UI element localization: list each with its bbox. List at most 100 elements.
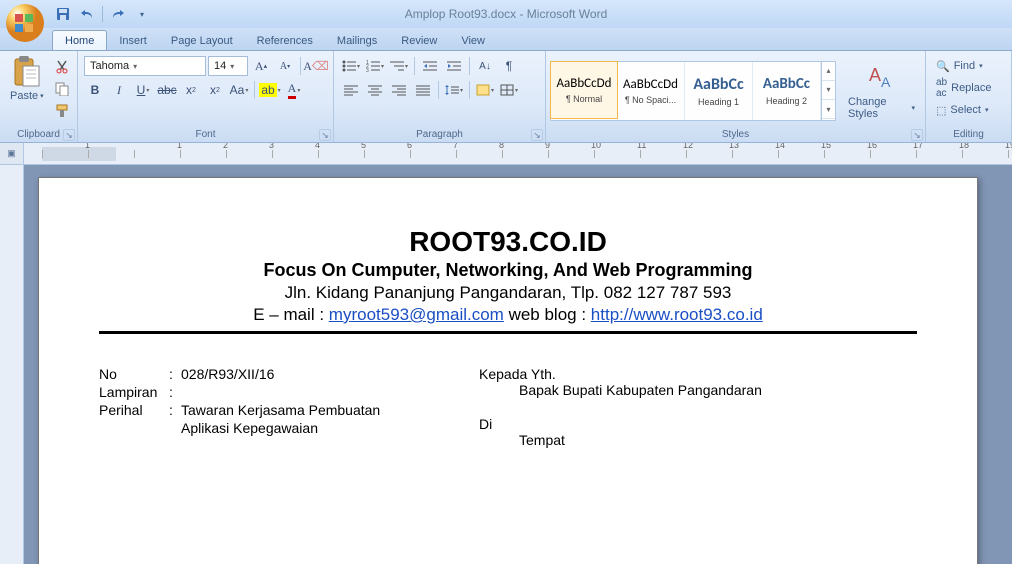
- redo-icon[interactable]: [109, 5, 127, 23]
- bold-button[interactable]: B: [84, 80, 106, 100]
- tab-home[interactable]: Home: [52, 30, 107, 50]
- superscript-button[interactable]: x2: [204, 80, 226, 100]
- find-button[interactable]: 🔍Find▾: [934, 56, 993, 76]
- copy-icon[interactable]: [52, 80, 72, 98]
- ribbon: Paste▾ Clipboard ↘ Tahoma▾ 14▾ A▴ A▾ A⌫: [0, 51, 1012, 143]
- line-spacing-button[interactable]: ▾: [443, 80, 465, 100]
- undo-icon[interactable]: [78, 5, 96, 23]
- font-size-combo[interactable]: 14▾: [208, 56, 248, 76]
- group-styles: AaBbCcDd ¶ Normal AaBbCcDd ¶ No Spaci...…: [546, 51, 926, 142]
- group-label-paragraph: Paragraph: [338, 127, 541, 142]
- paste-label: Paste: [10, 90, 38, 102]
- align-right-button[interactable]: [388, 80, 410, 100]
- perihal-value2: Aplikasi Kepegawaian: [181, 420, 479, 436]
- page-scroll[interactable]: ROOT93.CO.ID Focus On Cumputer, Networki…: [24, 165, 1012, 564]
- email-link[interactable]: myroot593@gmail.com: [329, 305, 504, 324]
- align-center-button[interactable]: [364, 80, 386, 100]
- change-styles-button[interactable]: AA Change Styles▾: [842, 60, 921, 122]
- perihal-label: Perihal: [99, 402, 169, 418]
- select-button[interactable]: ⬚Select▾: [934, 100, 993, 120]
- ruler-corner[interactable]: ▣: [0, 143, 24, 164]
- change-case-button[interactable]: Aa▾: [228, 80, 250, 100]
- show-marks-button[interactable]: ¶: [498, 56, 520, 76]
- doc-subtitle: Focus On Cumputer, Networking, And Web P…: [99, 260, 917, 281]
- tab-view[interactable]: View: [449, 31, 497, 50]
- change-styles-icon: AA: [866, 62, 898, 94]
- style-preview: AaBbCcDd: [623, 77, 678, 92]
- style-name: ¶ Normal: [566, 94, 602, 104]
- format-painter-icon[interactable]: [52, 102, 72, 120]
- tab-references[interactable]: References: [245, 31, 325, 50]
- paragraph-launcher-icon[interactable]: ↘: [531, 129, 543, 141]
- style-heading1[interactable]: AaBbCc Heading 1: [685, 62, 753, 120]
- paste-button[interactable]: Paste▾: [4, 54, 50, 104]
- grow-font-icon[interactable]: A▴: [250, 56, 272, 76]
- replace-label: Replace: [951, 82, 991, 94]
- select-label: Select: [950, 104, 981, 116]
- clipboard-launcher-icon[interactable]: ↘: [63, 129, 75, 141]
- sort-button[interactable]: A↓: [474, 56, 496, 76]
- justify-button[interactable]: [412, 80, 434, 100]
- tab-review[interactable]: Review: [389, 31, 449, 50]
- ruler-row: ▣ 11234567891011121314151617181920: [0, 143, 1012, 165]
- office-button[interactable]: [4, 2, 46, 44]
- find-label: Find: [954, 60, 975, 72]
- qat-more-icon[interactable]: ▾: [133, 5, 151, 23]
- shading-button[interactable]: ▾: [474, 80, 496, 100]
- italic-button[interactable]: I: [108, 80, 130, 100]
- vertical-ruler[interactable]: [0, 165, 24, 564]
- style-name: Heading 2: [766, 96, 807, 106]
- style-heading2[interactable]: AaBbCc Heading 2: [753, 62, 821, 120]
- strike-button[interactable]: abc: [156, 80, 178, 100]
- doc-right-column: Kepada Yth. Bapak Bupati Kabupaten Panga…: [479, 366, 917, 448]
- align-left-button[interactable]: [340, 80, 362, 100]
- numbering-button[interactable]: 123▾: [364, 56, 386, 76]
- multilevel-button[interactable]: ▾: [388, 56, 410, 76]
- separator: [300, 57, 301, 75]
- style-gallery: AaBbCcDd ¶ Normal AaBbCcDd ¶ No Spaci...…: [550, 61, 836, 121]
- style-preview: AaBbCc: [693, 75, 743, 94]
- font-name-combo[interactable]: Tahoma▾: [84, 56, 206, 76]
- tab-insert[interactable]: Insert: [107, 31, 159, 50]
- blog-link[interactable]: http://www.root93.co.id: [591, 305, 763, 324]
- subscript-button[interactable]: x2: [180, 80, 202, 100]
- shrink-font-icon[interactable]: A▾: [274, 56, 296, 76]
- replace-button[interactable]: abacReplace: [934, 78, 993, 98]
- group-editing: 🔍Find▾ abacReplace ⬚Select▾ Editing: [926, 51, 1012, 142]
- style-gallery-more[interactable]: ▴▾▾: [821, 62, 835, 120]
- document-area: ROOT93.CO.ID Focus On Cumputer, Networki…: [0, 165, 1012, 564]
- perihal-value: Tawaran Kerjasama Pembuatan: [181, 402, 479, 418]
- bapak-line: Bapak Bupati Kabupaten Pangandaran: [519, 382, 917, 398]
- style-preview: AaBbCcDd: [557, 76, 612, 91]
- clear-format-icon[interactable]: A⌫: [305, 56, 327, 76]
- blog-prefix: web blog :: [504, 305, 591, 324]
- doc-title: ROOT93.CO.ID: [99, 226, 917, 258]
- style-name: ¶ No Spaci...: [625, 95, 676, 105]
- underline-button[interactable]: U▾: [132, 80, 154, 100]
- decrease-indent-button[interactable]: [419, 56, 441, 76]
- find-icon: 🔍: [936, 60, 950, 73]
- document-page[interactable]: ROOT93.CO.ID Focus On Cumputer, Networki…: [38, 177, 978, 564]
- doc-contact-line: E – mail : myroot593@gmail.com web blog …: [99, 305, 917, 325]
- group-clipboard: Paste▾ Clipboard ↘: [0, 51, 78, 142]
- cut-icon[interactable]: [52, 58, 72, 76]
- group-label-font: Font: [82, 127, 329, 142]
- increase-indent-button[interactable]: [443, 56, 465, 76]
- select-icon: ⬚: [936, 104, 946, 117]
- quick-access-toolbar: ▾: [54, 0, 151, 28]
- borders-button[interactable]: ▾: [498, 80, 520, 100]
- tab-page-layout[interactable]: Page Layout: [159, 31, 245, 50]
- highlight-button[interactable]: ab▾: [259, 80, 281, 100]
- title-bar: ▾ Amplop Root93.docx - Microsoft Word: [0, 0, 1012, 28]
- font-launcher-icon[interactable]: ↘: [319, 129, 331, 141]
- style-no-spacing[interactable]: AaBbCcDd ¶ No Spaci...: [617, 62, 685, 120]
- tab-mailings[interactable]: Mailings: [325, 31, 389, 50]
- font-color-button[interactable]: A▾: [283, 80, 305, 100]
- style-normal[interactable]: AaBbCcDd ¶ Normal: [550, 61, 618, 119]
- styles-launcher-icon[interactable]: ↘: [911, 129, 923, 141]
- save-icon[interactable]: [54, 5, 72, 23]
- horizontal-ruler[interactable]: 11234567891011121314151617181920: [24, 143, 1012, 164]
- doc-left-column: No:028/R93/XII/16 Lampiran: Perihal:Tawa…: [99, 366, 479, 448]
- style-preview: AaBbCc: [763, 75, 810, 93]
- bullets-button[interactable]: ▾: [340, 56, 362, 76]
